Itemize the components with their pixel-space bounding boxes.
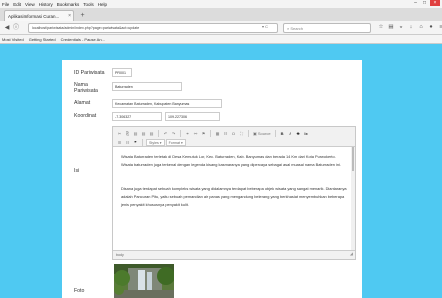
strike-button[interactable]: S [295, 130, 302, 137]
browser-tab[interactable]: AplikasiInformasi Curan... × [4, 10, 74, 21]
menu-help[interactable]: Help [98, 2, 107, 7]
format-label: Format [168, 140, 180, 145]
unlink-icon[interactable]: ⚯ [192, 130, 199, 137]
alamat-field[interactable]: Kecamatan Baturraden, Kabupaten Banyumas [112, 99, 222, 108]
format-dropdown[interactable]: Format ▾ [165, 138, 186, 146]
reading-list-icon[interactable]: ▤ [388, 24, 394, 30]
styles-label: Styles [149, 140, 159, 145]
blockquote-icon[interactable]: ❞ [132, 139, 139, 146]
image-icon[interactable]: ▦ [214, 130, 221, 137]
toolbar-separator [158, 129, 159, 137]
reload-icon[interactable]: ▾ C [262, 24, 268, 29]
url-bar[interactable]: localhost/pariwisata/admin/index.php?pag… [28, 23, 278, 33]
toolbar-separator [180, 129, 181, 137]
numbered-list-icon[interactable]: ☰ [116, 139, 123, 146]
toolbar-separator [142, 138, 143, 146]
window-controls: – □ × [412, 0, 440, 6]
info-icon[interactable]: ⓘ [12, 24, 20, 32]
close-window-icon[interactable]: × [430, 0, 440, 6]
search-bar[interactable]: ⌕ Search [283, 23, 371, 33]
chevron-down-icon: ▾ [159, 140, 162, 145]
redo-icon[interactable]: ↷ [170, 130, 177, 137]
link-icon[interactable]: ⚭ [184, 130, 191, 137]
menu-edit[interactable]: Edit [13, 2, 21, 7]
special-char-icon[interactable]: Ω [230, 130, 237, 137]
longitude-field[interactable]: 109.227306 [165, 112, 220, 121]
toolbar-separator [210, 129, 211, 137]
maximize-editor-icon[interactable]: ⛶ [238, 130, 245, 137]
menu-file[interactable]: File [2, 2, 9, 7]
navigation-bar: ◀ ⓘ localhost/pariwisata/admin/index.php… [0, 21, 442, 35]
bookmark-most-visited[interactable]: Most Visited [2, 37, 24, 42]
pocket-icon[interactable]: ◒ [398, 24, 404, 30]
editor-body[interactable]: Wisata Baturraden terletak di Desa Kemut… [113, 147, 355, 250]
paste-icon[interactable]: ▤ [132, 130, 139, 137]
menu-view[interactable]: View [25, 2, 35, 7]
chevron-down-icon: ▾ [181, 140, 183, 145]
id-pariwisata-field[interactable]: PR001 [112, 68, 132, 77]
label-nama-pariwisata: Nama Pariwisata [74, 82, 98, 94]
toolbar-icons: ☆ ▤ ◒ ↓ ⌂ ● ≡ [378, 24, 442, 30]
resize-handle-icon[interactable]: ◢ [350, 250, 353, 258]
menu-tools[interactable]: Tools [83, 2, 94, 7]
nama-pariwisata-field[interactable]: Baturraden [112, 82, 182, 91]
bulleted-list-icon[interactable]: ☷ [124, 139, 131, 146]
source-button[interactable]: ▣ Source [252, 130, 272, 137]
rich-text-editor: ✂ ⎘ ▤ ▤ ▤ ↶ ↷ ⚭ ⚯ ⚑ ▦ ☷ Ω ⛶ ▣ Source B I… [112, 126, 356, 260]
maximize-icon[interactable]: □ [421, 0, 428, 6]
remove-format-button[interactable]: Ix [303, 130, 310, 137]
bold-button[interactable]: B [279, 130, 286, 137]
menu-icon[interactable]: ≡ [438, 24, 442, 30]
editor-toolbar: ✂ ⎘ ▤ ▤ ▤ ↶ ↷ ⚭ ⚯ ⚑ ▦ ☷ Ω ⛶ ▣ Source B I… [113, 127, 355, 147]
form-panel: ID Pariwisata PR001 Nama Pariwisata Batu… [62, 60, 362, 298]
source-label: Source [257, 130, 271, 136]
paste-word-icon[interactable]: ▤ [148, 130, 155, 137]
element-path[interactable]: body [116, 253, 124, 257]
italic-button[interactable]: I [287, 130, 294, 137]
menu-bookmarks[interactable]: Bookmarks [57, 2, 80, 7]
editor-status-bar: body ◢ [113, 250, 355, 259]
toolbar-separator [274, 129, 276, 137]
toolbar-row-2: ☰ ☷ ❞ Styles ▾ Format ▾ [116, 138, 186, 146]
styles-dropdown[interactable]: Styles ▾ [146, 138, 165, 146]
new-tab-button[interactable]: + [78, 11, 87, 20]
tab-bar: AplikasiInformasi Curan... × + [0, 8, 442, 21]
editor-scroll-thumb[interactable] [352, 147, 354, 171]
sync-icon[interactable]: ● [428, 24, 434, 30]
label-koordinat: Koordinat [74, 113, 97, 119]
url-text: localhost/pariwisata/admin/index.php?pag… [32, 26, 140, 30]
download-icon[interactable]: ↓ [408, 24, 414, 30]
anchor-icon[interactable]: ⚑ [200, 130, 207, 137]
paste-text-icon[interactable]: ▤ [140, 130, 147, 137]
menu-bar: File Edit View History Bookmarks Tools H… [0, 0, 442, 8]
table-icon[interactable]: ☷ [222, 130, 229, 137]
label-id-pariwisata: ID Pariwisata [74, 70, 105, 76]
label-isi: Isi [74, 168, 80, 174]
home-icon[interactable]: ⌂ [418, 24, 424, 30]
menu-history[interactable]: History [39, 2, 53, 7]
waterfall-photo [114, 264, 174, 298]
editor-paragraph: Wisata Baturraden terletak di Desa Kemut… [121, 154, 341, 167]
browser-window: File Edit View History Bookmarks Tools H… [0, 0, 442, 298]
close-tab-icon[interactable]: × [68, 13, 71, 19]
tab-title: AplikasiInformasi Curan... [8, 13, 60, 19]
search-placeholder: Search [290, 26, 304, 31]
cut-icon[interactable]: ✂ [116, 130, 123, 137]
toolbar-row-1: ✂ ⎘ ▤ ▤ ▤ ↶ ↷ ⚭ ⚯ ⚑ ▦ ☷ Ω ⛶ ▣ Source B I… [116, 129, 310, 137]
bookmark-credentials[interactable]: Credentials - Pause An... [61, 37, 105, 42]
undo-icon[interactable]: ↶ [162, 130, 169, 137]
label-foto: Foto [74, 288, 85, 294]
editor-paragraph: Disana juga terdapat sebuah kompleks wis… [121, 186, 347, 207]
bookmark-getting-started[interactable]: Getting Started [29, 37, 56, 42]
toolbar-separator [248, 129, 249, 137]
label-alamat: Alamat [74, 100, 91, 106]
star-icon[interactable]: ☆ [378, 24, 384, 30]
latitude-field[interactable]: -7.306327 [112, 112, 162, 121]
back-icon[interactable]: ◀ [3, 24, 11, 32]
foto-preview [114, 264, 174, 298]
page-content: ID Pariwisata PR001 Nama Pariwisata Batu… [0, 44, 442, 298]
copy-icon[interactable]: ⎘ [124, 130, 131, 137]
bookmarks-bar: Most Visited Getting Started Credentials… [0, 35, 442, 44]
minimize-icon[interactable]: – [412, 0, 419, 6]
